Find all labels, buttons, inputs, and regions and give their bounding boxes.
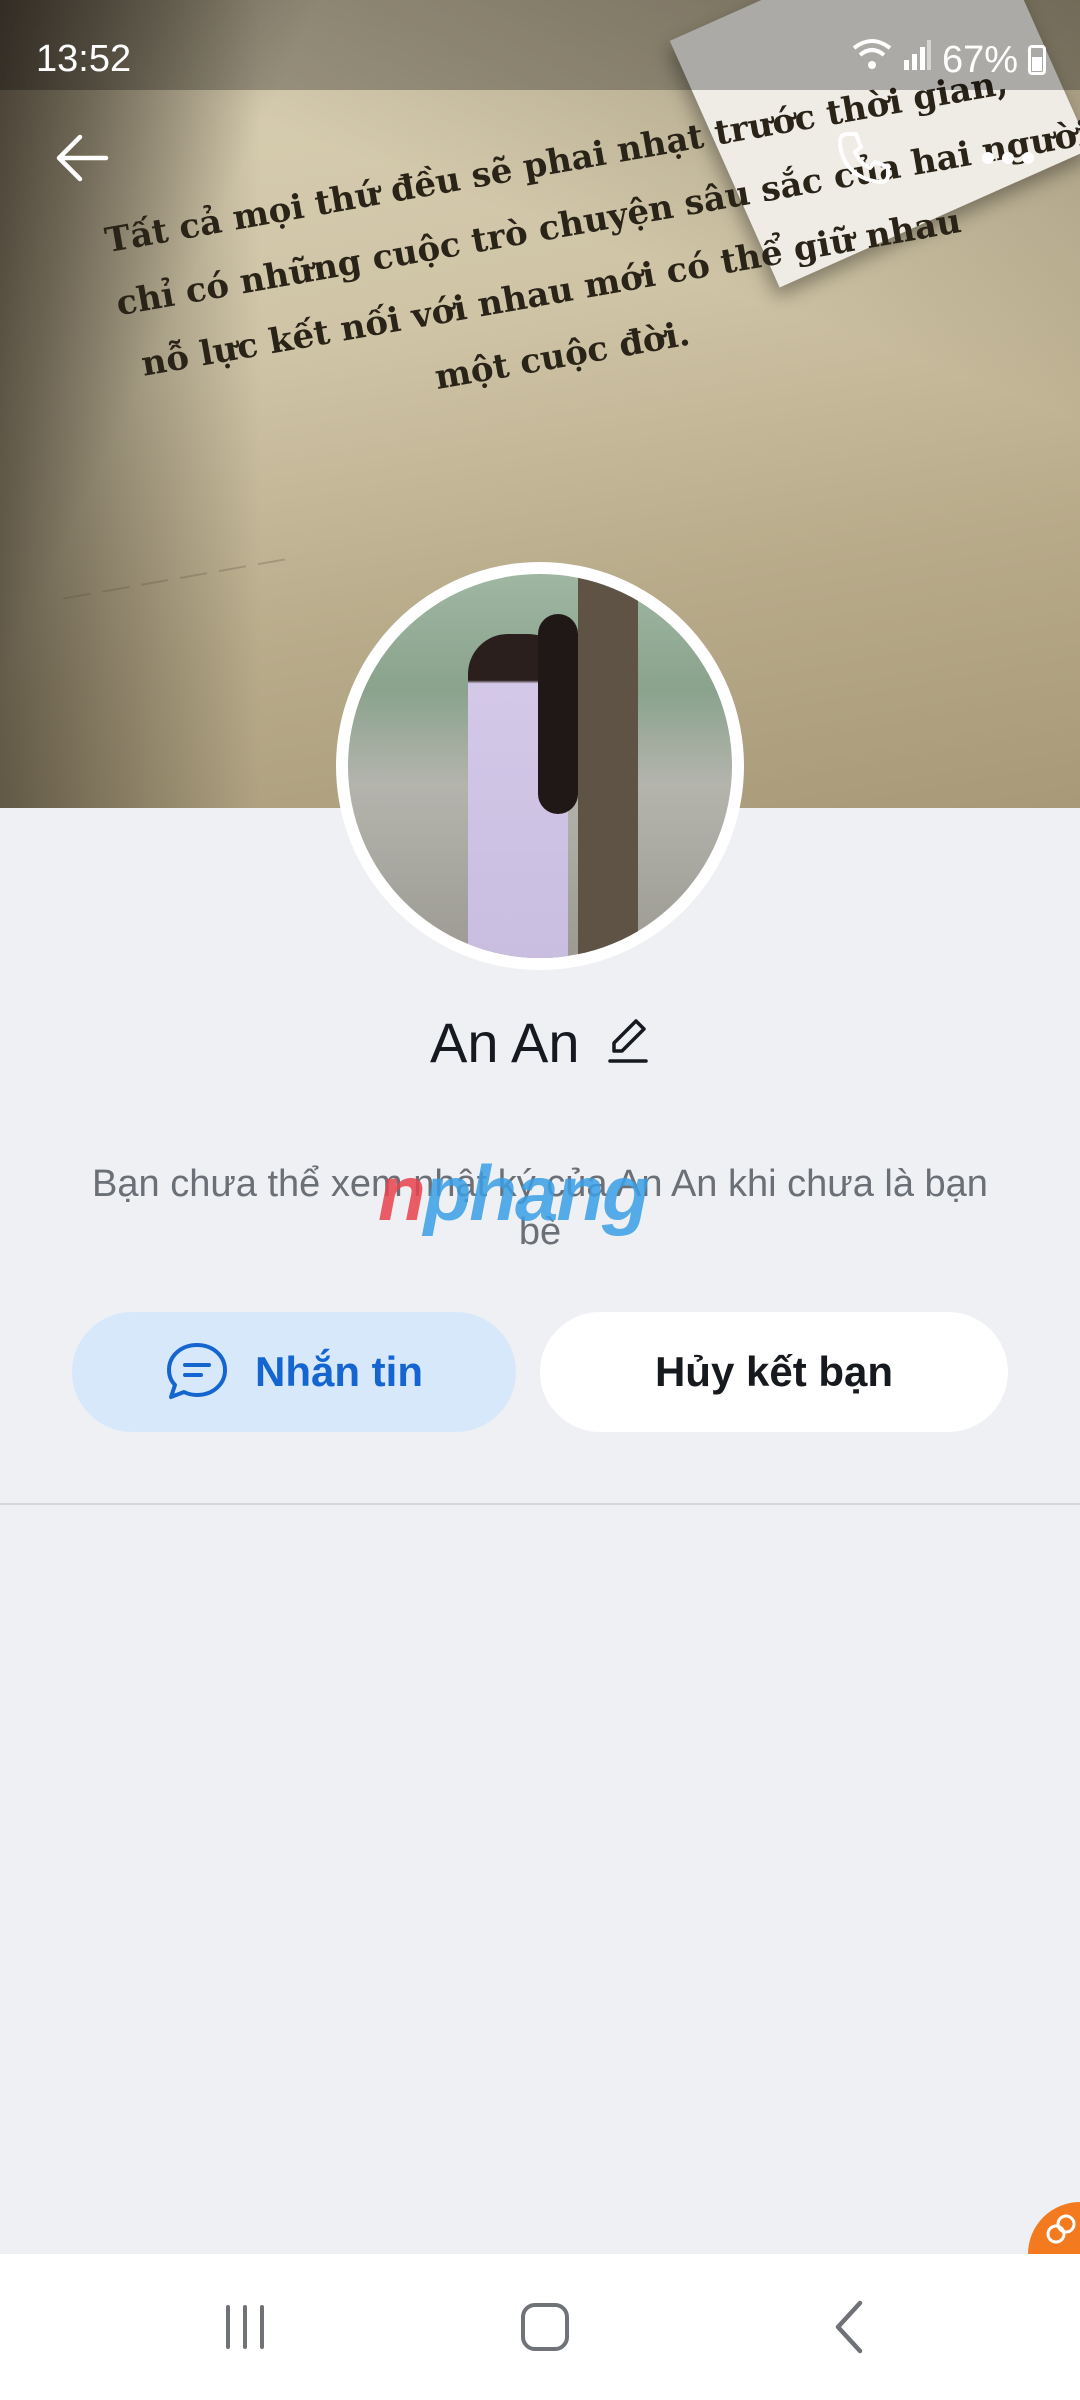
more-dots-icon — [980, 150, 1036, 171]
chevron-left-icon — [830, 2299, 870, 2360]
avatar-hair — [538, 614, 578, 814]
more-button[interactable] — [968, 120, 1048, 200]
recent-apps-icon — [220, 2303, 270, 2356]
status-bar: 13:52 67% — [0, 0, 1080, 90]
signal-icon — [902, 38, 932, 82]
home-icon — [519, 2301, 571, 2358]
watermark-logo: nphang — [378, 1148, 650, 1239]
unfriend-label: Hủy kết bạn — [654, 1348, 894, 1395]
status-time: 13:52 — [36, 38, 132, 80]
back-button[interactable] — [42, 120, 122, 200]
watermark-part: n — [378, 1149, 426, 1237]
profile-name: An An — [430, 1011, 580, 1074]
pencil-icon[interactable] — [606, 1015, 650, 1070]
avatar[interactable] — [336, 562, 744, 970]
avatar-photo — [348, 574, 732, 958]
back-nav-button[interactable] — [805, 2294, 895, 2364]
home-button[interactable] — [500, 2294, 590, 2364]
call-button[interactable] — [824, 120, 904, 200]
chat-bubble-icon — [165, 1341, 229, 1403]
arrow-left-icon — [54, 133, 110, 188]
battery-icon — [1028, 45, 1046, 75]
status-right: 67% — [852, 38, 1046, 82]
recent-apps-button[interactable] — [200, 2294, 290, 2364]
message-label: Nhắn tin — [255, 1348, 423, 1395]
wifi-icon — [852, 38, 892, 82]
name-row: An An — [0, 1010, 1080, 1075]
system-nav-bar — [0, 2254, 1080, 2400]
floating-bubble[interactable] — [1028, 2202, 1080, 2254]
watermark-part: phang — [423, 1149, 650, 1237]
message-button[interactable]: Nhắn tin — [72, 1312, 516, 1432]
battery-percent: 67% — [941, 38, 1018, 81]
unfriend-button[interactable]: Hủy kết bạn — [540, 1312, 1008, 1432]
divider — [0, 1503, 1080, 1505]
phone-icon — [834, 128, 894, 193]
link-icon — [1046, 2214, 1076, 2244]
avatar-tree — [578, 574, 638, 958]
